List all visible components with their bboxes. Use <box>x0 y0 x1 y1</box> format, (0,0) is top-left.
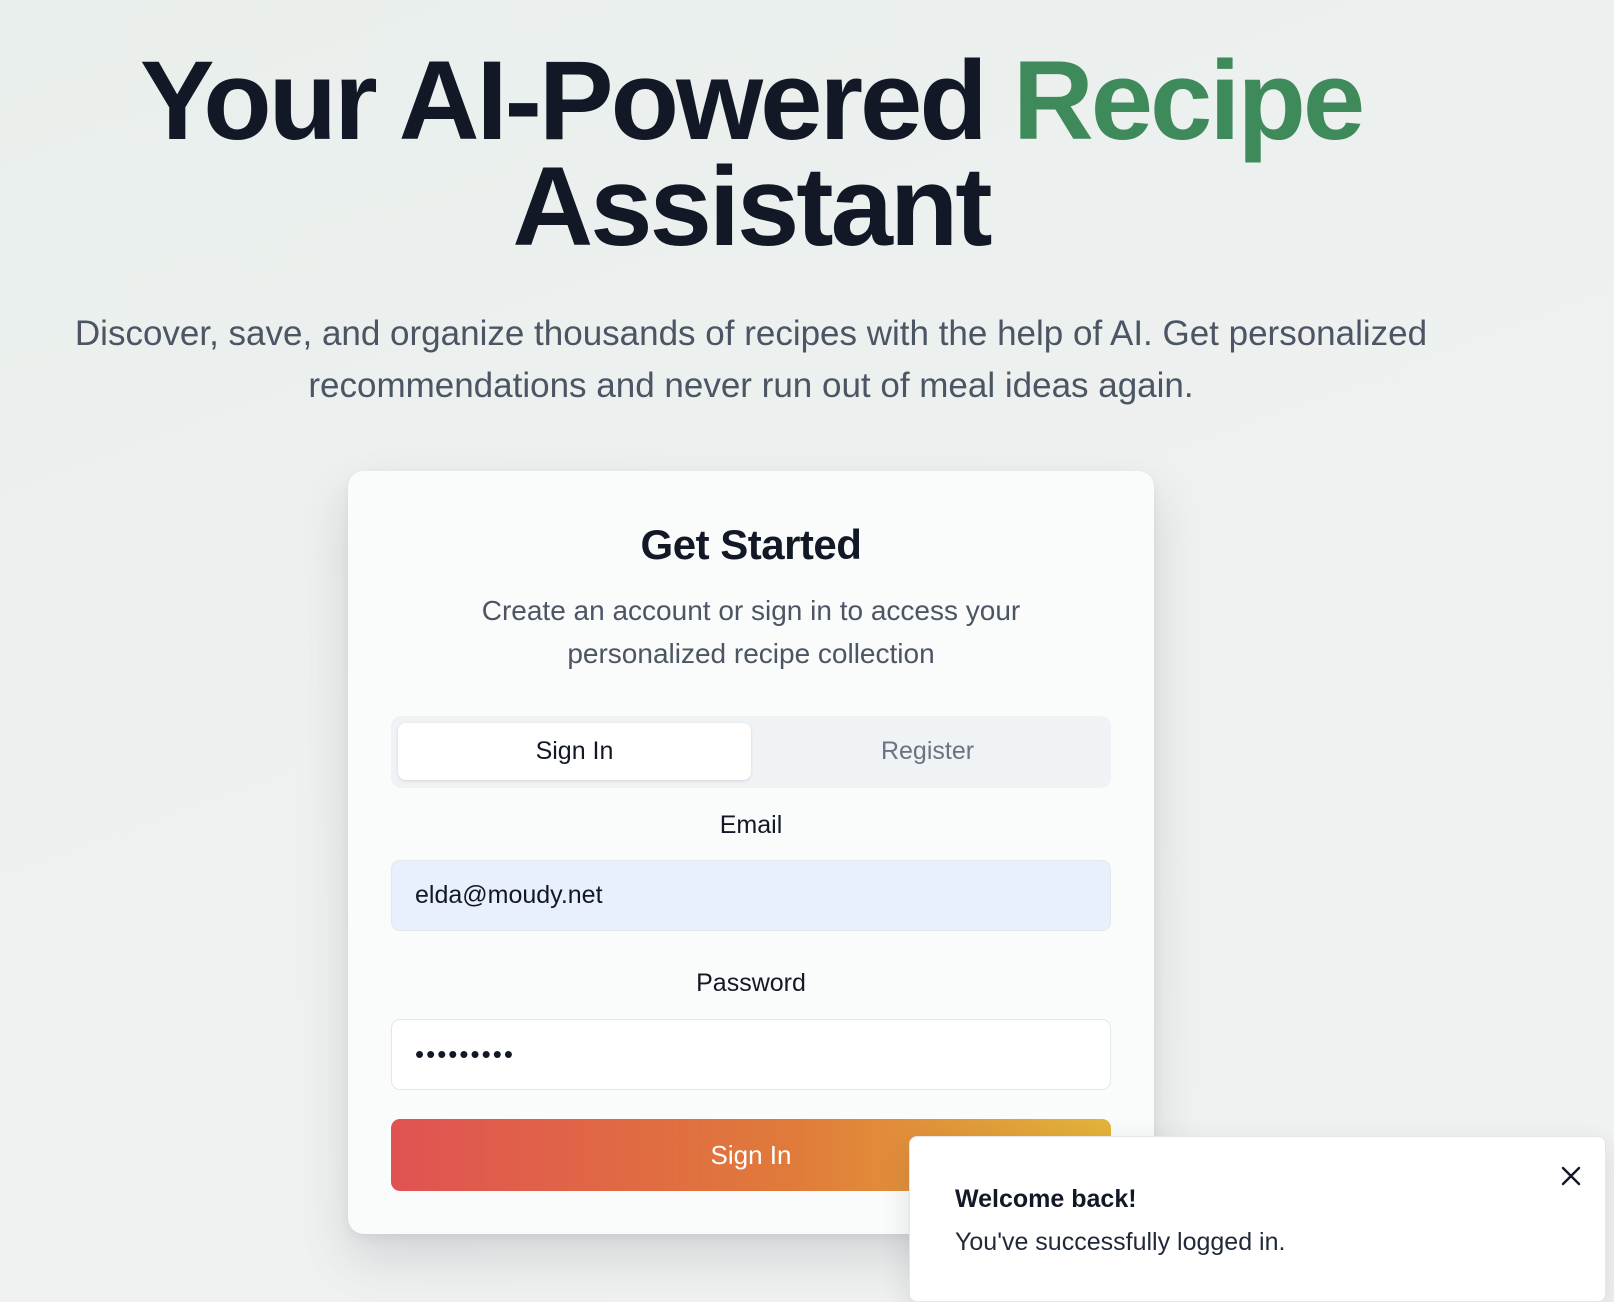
hero-subtitle: Discover, save, and organize thousands o… <box>74 314 1428 405</box>
hero-title: Your AI-Powered Recipe Assistant <box>0 45 1502 263</box>
toast-title: Welcome back! <box>955 1185 1137 1213</box>
hero-title-accent: Recipe <box>1012 38 1365 163</box>
tab-sign-in[interactable]: Sign In <box>398 723 751 780</box>
password-field[interactable]: ••••••••• <box>391 1019 1111 1090</box>
card-title: Get Started <box>640 521 862 568</box>
close-icon[interactable] <box>1556 1161 1586 1191</box>
auth-tabs: Sign In Register <box>391 716 1111 788</box>
toast-message: You've successfully logged in. <box>955 1228 1286 1256</box>
password-label: Password <box>696 969 806 997</box>
toast-notification: Welcome back! You've successfully logged… <box>909 1136 1606 1302</box>
email-label: Email <box>719 811 783 839</box>
card-description: Create an account or sign in to access y… <box>481 595 1021 669</box>
hero-title-part2: Assistant <box>512 144 992 269</box>
auth-card: Get Started Create an account or sign in… <box>348 471 1154 1234</box>
tab-register[interactable]: Register <box>751 723 1104 780</box>
email-field[interactable]: elda@moudy.net <box>391 860 1111 931</box>
